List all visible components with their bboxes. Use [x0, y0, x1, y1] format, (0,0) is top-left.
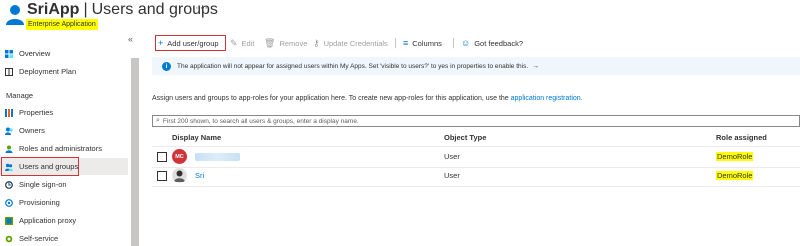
banner-text: The application will not appear for assi… — [177, 62, 529, 70]
description-text: Assign users and groups to app-roles for… — [152, 95, 511, 102]
sidebar-item-single-sign-on[interactable]: Single sign-on — [0, 176, 128, 193]
sidebar: « Overview Deployment Plan Manage Proper… — [0, 34, 143, 246]
highlight-box-add-user-group — [155, 35, 226, 51]
feedback-label: Got feedback? — [474, 38, 523, 48]
header-divider — [152, 146, 800, 147]
assign-description: Assign users and groups to app-roles for… — [152, 95, 583, 102]
user-name-link[interactable]: Sri — [195, 171, 204, 180]
sidebar-item-label: Provisioning — [19, 198, 60, 207]
role-cell: DemoRole — [716, 152, 754, 161]
sidebar-item-roles-administrators[interactable]: Roles and administrators — [0, 140, 128, 157]
redacted-name — [195, 153, 240, 161]
title-separator: | — [83, 1, 88, 18]
columns-icon: ≡ — [403, 38, 409, 48]
sidebar-item-label: Overview — [19, 49, 51, 58]
role-cell: DemoRole — [716, 171, 754, 180]
update-credentials-button[interactable]: ⚷ Update Credentials — [313, 38, 388, 49]
columns-label: Columns — [412, 38, 442, 48]
properties-icon — [5, 108, 13, 117]
column-header-object-type[interactable]: Object Type — [444, 133, 486, 142]
info-icon: i — [162, 61, 171, 71]
edit-label: Edit — [241, 39, 255, 48]
columns-button[interactable]: ≡ Columns — [403, 38, 442, 48]
toolbar-divider — [453, 38, 454, 48]
toolbar-divider — [395, 38, 396, 48]
sidebar-scrollbar[interactable] — [131, 58, 139, 246]
info-banner[interactable]: i The application will not appear for as… — [152, 57, 800, 75]
self-service-icon — [5, 235, 13, 242]
table-row[interactable]: MC User DemoRole — [152, 148, 800, 167]
key-icon: ⚷ — [313, 38, 320, 48]
application-registration-link[interactable]: application registration — [511, 95, 581, 102]
avatar: MC — [172, 149, 187, 164]
sso-icon — [5, 180, 13, 189]
owners-icon — [5, 127, 13, 135]
arrow-right-icon[interactable]: → — [532, 63, 539, 70]
sidebar-item-label: Self-service — [19, 234, 59, 243]
feedback-icon: ☺ — [461, 38, 471, 48]
row-divider — [152, 186, 800, 187]
overview-icon — [5, 49, 13, 58]
role-value: DemoRole — [716, 171, 754, 180]
sidebar-item-label: Owners — [19, 126, 45, 135]
command-bar: + Add user/group ✎ Edit 🗑 Remove ⚷ Updat… — [152, 34, 800, 52]
search-input[interactable]: First 200 shown, to search all users & g… — [163, 118, 359, 125]
feedback-button[interactable]: ☺ Got feedback? — [461, 38, 523, 48]
sidebar-item-label: Properties — [19, 108, 54, 117]
sidebar-item-label: Single sign-on — [19, 180, 67, 189]
sidebar-item-properties[interactable]: Properties — [0, 104, 128, 121]
roles-icon — [5, 145, 13, 153]
sidebar-section-manage: Manage — [6, 91, 34, 100]
sidebar-item-owners[interactable]: Owners — [0, 122, 128, 139]
sidebar-item-self-service[interactable]: Self-service — [0, 230, 128, 246]
book-icon — [5, 67, 13, 76]
app-user-icon — [6, 5, 24, 25]
object-type-cell: User — [444, 171, 460, 180]
sidebar-item-label: Roles and administrators — [19, 144, 102, 153]
object-type-cell: User — [444, 152, 460, 161]
pencil-icon: ✎ — [230, 38, 238, 48]
column-header-display-name[interactable]: Display Name — [172, 133, 221, 142]
trash-icon: 🗑 — [264, 38, 276, 48]
column-header-role-assigned[interactable]: Role assigned — [716, 133, 767, 142]
sidebar-item-label: Deployment Plan — [19, 67, 77, 76]
search-icon: ⌕ — [156, 117, 160, 124]
collapse-sidebar-button[interactable]: « — [128, 34, 133, 44]
description-end: . — [580, 95, 583, 102]
table-row[interactable]: Sri User DemoRole — [152, 167, 800, 186]
sidebar-item-overview[interactable]: Overview — [0, 45, 128, 62]
more-options-button[interactable]: ··· — [195, 2, 209, 14]
app-proxy-icon — [5, 216, 13, 225]
update-credentials-label: Update Credentials — [323, 39, 388, 48]
row-checkbox[interactable] — [157, 152, 167, 162]
role-value: DemoRole — [716, 152, 754, 161]
row-checkbox[interactable] — [157, 171, 167, 181]
app-name: SriApp — [27, 1, 80, 18]
page-subtitle: Enterprise Application — [26, 19, 98, 30]
sidebar-item-provisioning[interactable]: Provisioning — [0, 194, 128, 211]
edit-button[interactable]: ✎ Edit — [230, 38, 254, 49]
page-title: SriApp | Users and groups — [27, 1, 218, 19]
remove-button[interactable]: 🗑 Remove — [264, 38, 307, 49]
remove-label: Remove — [279, 39, 308, 48]
sidebar-item-application-proxy[interactable]: Application proxy — [0, 212, 128, 229]
search-box[interactable]: ⌕ First 200 shown, to search all users &… — [152, 115, 800, 127]
provisioning-icon — [5, 198, 13, 207]
page-header: SriApp | Users and groups ··· Enterprise A… — [0, 0, 800, 34]
avatar — [172, 168, 187, 183]
highlight-box-users-groups — [1, 157, 79, 176]
sidebar-item-label: Application proxy — [19, 216, 77, 225]
sidebar-item-deployment-plan[interactable]: Deployment Plan — [0, 63, 128, 80]
